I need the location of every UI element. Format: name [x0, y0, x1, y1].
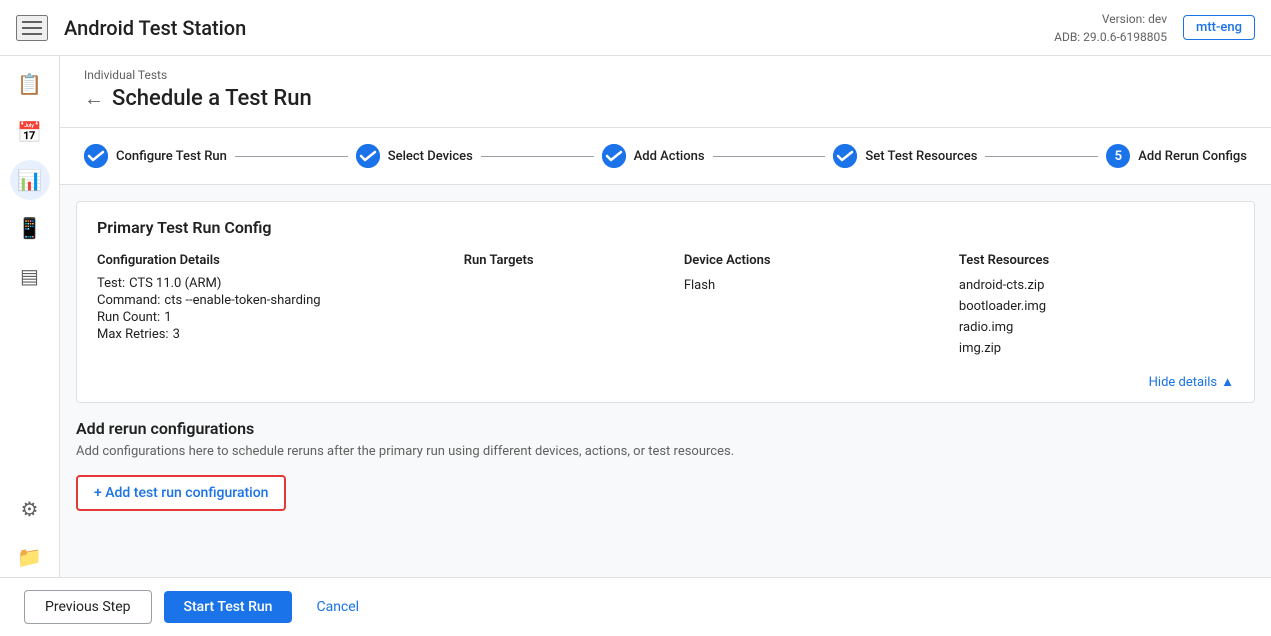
card-title: Primary Test Run Config: [77, 202, 1254, 245]
step-5-circle: 5: [1106, 144, 1130, 168]
step-2-label: Select Devices: [388, 149, 473, 164]
sidebar-item-list[interactable]: 📋: [10, 64, 50, 104]
config-test-key: Test:: [97, 276, 125, 291]
config-runcount-value: 1: [164, 310, 171, 325]
cancel-button[interactable]: Cancel: [304, 591, 371, 623]
test-resources-header: Test Resources: [959, 253, 1234, 276]
test-resource-3: img.zip: [959, 339, 1234, 358]
test-resources-values: android-cts.zip bootloader.img radio.img…: [959, 276, 1234, 366]
config-maxretries-value: 3: [173, 327, 180, 342]
run-targets-col: Run Targets: [464, 253, 684, 366]
card-footer: Hide details ▲: [77, 366, 1254, 402]
header-right: Version: dev ADB: 29.0.6-6198805 mtt-eng: [1054, 10, 1255, 46]
hamburger-menu[interactable]: [16, 15, 48, 41]
config-runcount-key: Run Count:: [97, 310, 160, 325]
step-1-circle: [84, 144, 108, 168]
step-3: Add Actions: [602, 144, 705, 168]
app-title: Android Test Station: [64, 16, 246, 40]
rerun-section-desc: Add configurations here to schedule reru…: [76, 444, 1255, 459]
step-3-label: Add Actions: [634, 149, 705, 164]
step-connector-4: [985, 156, 1098, 157]
breadcrumb: Individual Tests: [84, 68, 1247, 82]
device-actions-header: Device Actions: [684, 253, 959, 276]
config-command-row: Command: cts --enable-token-sharding: [97, 293, 464, 308]
step-2-circle: [356, 144, 380, 168]
stepper: Configure Test Run Select Devices Add Ac…: [60, 128, 1271, 185]
config-test-row: Test: CTS 11.0 (ARM): [97, 276, 464, 291]
step-connector-3: [713, 156, 826, 157]
step-1-label: Configure Test Run: [116, 149, 227, 164]
config-grid: Configuration Details Test: CTS 11.0 (AR…: [77, 245, 1254, 366]
step-3-circle: [602, 144, 626, 168]
device-actions-values: Flash: [684, 276, 959, 303]
step-4-circle: [833, 144, 857, 168]
test-resource-1: bootloader.img: [959, 297, 1234, 316]
step-connector-1: [235, 156, 348, 157]
sidebar-item-phone[interactable]: 📱: [10, 208, 50, 248]
config-maxretries-row: Max Retries: 3: [97, 327, 464, 342]
config-details-values: Test: CTS 11.0 (ARM) Command: cts --enab…: [97, 276, 464, 350]
sidebar: 📋 📅 📊 📱 ▤ ⚙ 📁: [0, 56, 60, 577]
device-actions-col: Device Actions Flash: [684, 253, 959, 366]
back-button[interactable]: ←: [84, 86, 104, 111]
rerun-section: Add rerun configurations Add configurati…: [76, 419, 1255, 511]
step-5-label: Add Rerun Configs: [1138, 149, 1247, 164]
primary-config-card: Primary Test Run Config Configuration De…: [76, 201, 1255, 403]
sidebar-item-layers[interactable]: ▤: [10, 256, 50, 296]
start-test-run-button[interactable]: Start Test Run: [164, 591, 293, 623]
sidebar-item-folder[interactable]: 📁: [10, 537, 50, 577]
config-runcount-row: Run Count: 1: [97, 310, 464, 325]
add-config-button[interactable]: + Add test run configuration: [76, 475, 286, 511]
page-header: Individual Tests ← Schedule a Test Run: [60, 56, 1271, 128]
rerun-section-title: Add rerun configurations: [76, 419, 1255, 438]
app-header: Android Test Station Version: dev ADB: 2…: [0, 0, 1271, 56]
user-chip[interactable]: mtt-eng: [1183, 15, 1255, 40]
page-title: Schedule a Test Run: [112, 86, 312, 111]
main-layout: 📋 📅 📊 📱 ▤ ⚙ 📁 Individual Tests ← Schedul…: [0, 56, 1271, 577]
header-left: Android Test Station: [16, 15, 246, 41]
previous-step-button[interactable]: Previous Step: [24, 590, 152, 624]
version-info: Version: dev ADB: 29.0.6-6198805: [1054, 10, 1167, 46]
sidebar-item-chart[interactable]: 📊: [10, 160, 50, 200]
step-1: Configure Test Run: [84, 144, 227, 168]
config-command-value: cts --enable-token-sharding: [164, 293, 320, 308]
page-title-row: ← Schedule a Test Run: [84, 86, 1247, 111]
step-4-label: Set Test Resources: [865, 149, 977, 164]
step-2: Select Devices: [356, 144, 473, 168]
config-details-header: Configuration Details: [97, 253, 464, 276]
test-resource-0: android-cts.zip: [959, 276, 1234, 295]
step-connector-2: [481, 156, 594, 157]
step-4: Set Test Resources: [833, 144, 977, 168]
sidebar-item-settings[interactable]: ⚙: [10, 489, 50, 529]
content-area: Individual Tests ← Schedule a Test Run C…: [60, 56, 1271, 577]
test-resource-2: radio.img: [959, 318, 1234, 337]
test-resources-col: Test Resources android-cts.zip bootloade…: [959, 253, 1234, 366]
config-test-value: CTS 11.0 (ARM): [129, 276, 221, 291]
run-targets-header: Run Targets: [464, 253, 684, 276]
config-command-key: Command:: [97, 293, 160, 308]
device-action-flash: Flash: [684, 276, 959, 295]
step-5: 5 Add Rerun Configs: [1106, 144, 1247, 168]
bottom-bar: Previous Step Start Test Run Cancel: [0, 577, 1271, 636]
hide-details-button[interactable]: Hide details ▲: [1149, 374, 1234, 390]
run-targets-values: [464, 276, 684, 284]
config-details-col: Configuration Details Test: CTS 11.0 (AR…: [97, 253, 464, 366]
config-maxretries-key: Max Retries:: [97, 327, 169, 342]
sidebar-item-calendar[interactable]: 📅: [10, 112, 50, 152]
